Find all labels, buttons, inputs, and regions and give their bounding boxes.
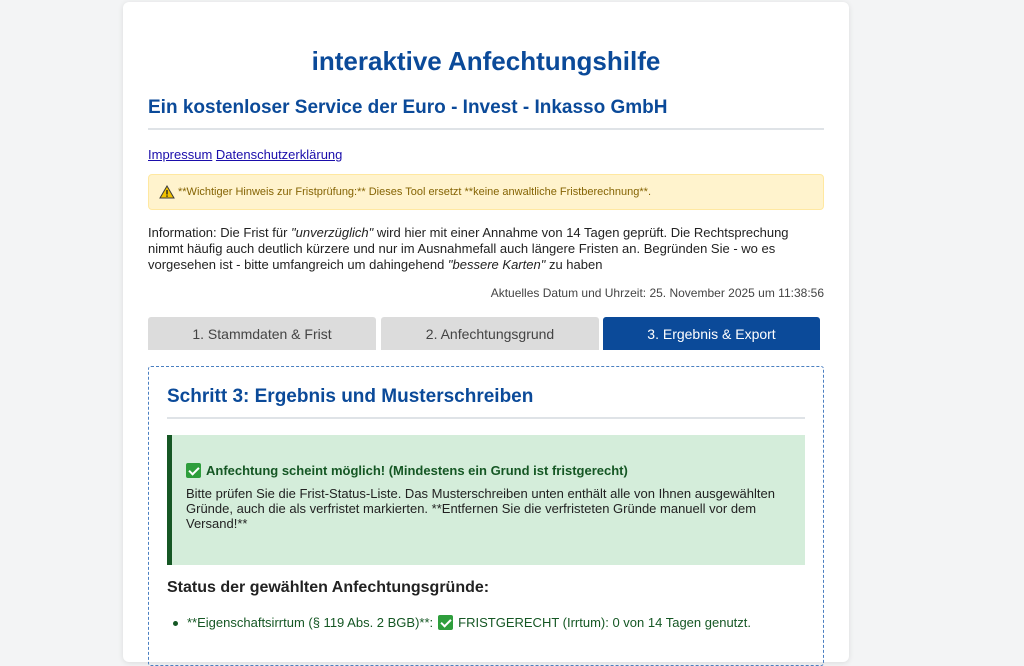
tab-anfechtungsgrund[interactable]: 2. Anfechtungsgrund (381, 317, 599, 350)
step-tabs: 1. Stammdaten & Frist 2. Anfechtungsgrun… (148, 317, 820, 350)
warning-text: **Wichtiger Hinweis zur Fristprüfung:** … (178, 186, 652, 198)
success-body: Bitte prüfen Sie die Frist-Status-Liste.… (186, 486, 775, 531)
status-heading: Status der gewählten Anfechtungsgründe: (167, 579, 490, 596)
info-text: Information: Die Frist für "unverzüglich… (148, 225, 789, 272)
status-item-status: FRISTGERECHT (Irrtum): 0 von 14 Tagen ge… (458, 615, 752, 630)
tab-stammdaten[interactable]: 1. Stammdaten & Frist (148, 317, 376, 350)
impressum-link[interactable]: Impressum (148, 147, 212, 162)
success-heading: Anfechtung scheint möglich! (Mindestens … (186, 463, 789, 478)
success-heading-text: Anfechtung scheint möglich! (Mindestens … (206, 463, 628, 478)
page-title: interaktive Anfechtungshilfe (311, 46, 661, 76)
warning-banner: **Wichtiger Hinweis zur Fristprüfung:** … (148, 174, 824, 210)
legal-links: Impressum Datenschutzerklärung (148, 147, 342, 162)
datenschutz-link[interactable]: Datenschutzerklärung (216, 147, 342, 162)
main-card: interaktive Anfechtungshilfe Ein kostenl… (123, 2, 849, 666)
step-panel: Schritt 3: Ergebnis und Musterschreiben … (148, 366, 824, 666)
current-datetime: Aktuelles Datum und Uhrzeit: 25. Novembe… (490, 286, 824, 300)
step-title: Schritt 3: Ergebnis und Musterschreiben (167, 386, 805, 419)
check-icon (186, 463, 201, 478)
list-item: **Eigenschaftsirrtum (§ 119 Abs. 2 BGB)*… (172, 615, 752, 630)
tab-ergebnis-export[interactable]: 3. Ergebnis & Export (603, 317, 820, 350)
status-list: **Eigenschaftsirrtum (§ 119 Abs. 2 BGB)*… (172, 615, 752, 630)
info-emphasis-bessere-karten: "bessere Karten" (447, 257, 546, 272)
status-item-label: **Eigenschaftsirrtum (§ 119 Abs. 2 BGB)*… (187, 615, 434, 630)
info-emphasis-unverzueglich: "unverzüglich" (291, 225, 374, 240)
page-subtitle: Ein kostenloser Service der Euro - Inves… (148, 97, 824, 130)
check-icon (438, 615, 454, 630)
warning-icon (159, 185, 175, 199)
success-alert: Anfechtung scheint möglich! (Mindestens … (167, 435, 805, 565)
